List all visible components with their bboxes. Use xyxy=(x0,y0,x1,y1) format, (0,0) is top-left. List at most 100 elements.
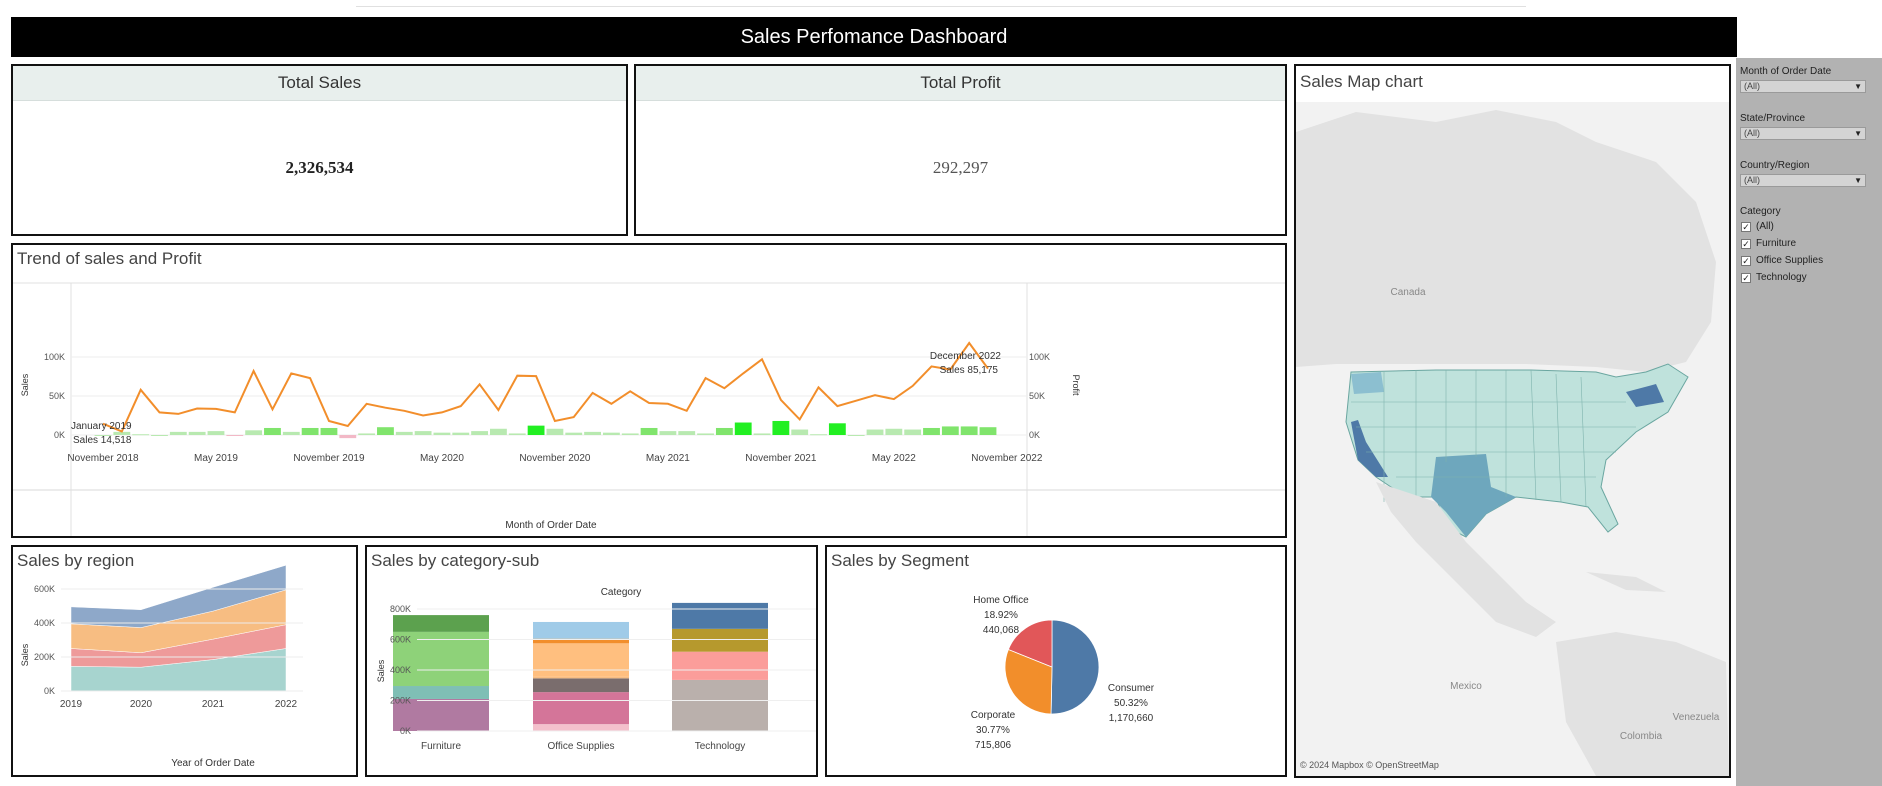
trend-profit-bar xyxy=(490,428,507,435)
trend-chart[interactable]: Sales Profit Month of Order Date January… xyxy=(13,245,1285,536)
trend-profit-bar xyxy=(282,431,300,435)
region-x-tick: 2019 xyxy=(60,699,83,710)
filter-category-technology[interactable]: ✓ Technology xyxy=(1741,272,1807,283)
trend-profit-bar xyxy=(546,428,564,435)
trend-annotation-2-line1: December 2022 xyxy=(930,351,1002,362)
trend-profit-bar xyxy=(508,433,526,435)
trend-profit-bar xyxy=(377,427,394,435)
trend-profit-bar xyxy=(885,428,903,435)
trend-profit-bar xyxy=(414,431,432,435)
total-sales-label: Total Sales xyxy=(13,66,626,101)
trend-profit-bar xyxy=(828,423,846,435)
filter-month-label: Month of Order Date xyxy=(1740,66,1832,77)
region-x-tick: 2020 xyxy=(130,699,153,710)
filter-state-select[interactable]: (All) ▼ xyxy=(1740,127,1866,140)
category-x-tick: Office Supplies xyxy=(547,741,614,752)
trend-profit-bar xyxy=(715,427,733,435)
trend-profit-bar xyxy=(132,434,150,436)
filter-state-value: (All) xyxy=(1744,128,1760,138)
checkbox-checked-icon[interactable]: ✓ xyxy=(1741,272,1751,283)
region-x-tick: 2022 xyxy=(275,699,298,710)
trend-x-tick: May 2022 xyxy=(872,453,916,464)
filter-category-all[interactable]: ✓ (All) xyxy=(1741,221,1774,232)
total-sales-value: 2,326,534 xyxy=(285,158,354,177)
trend-y-tick-right: 50K xyxy=(1029,391,1045,401)
filter-country-select[interactable]: (All) ▼ xyxy=(1740,174,1866,187)
category-y-tick: 200K xyxy=(390,696,411,706)
trend-y-tick-left: 50K xyxy=(49,391,65,401)
trend-profit-bar xyxy=(847,435,865,436)
region-y-tick: 200K xyxy=(34,652,55,662)
trend-annotation-1-line1: January 2019 xyxy=(71,421,132,432)
segment-chart[interactable]: Home Office 18.92% 440,068 Consumer 50.3… xyxy=(827,547,1285,775)
category-bar-segment xyxy=(533,676,629,679)
trend-profit-bar xyxy=(395,431,413,435)
trend-profit-bar xyxy=(602,432,620,435)
trend-panel: Trend of sales and Profit Sales Profit M… xyxy=(11,243,1287,538)
segment-corporate-value: 715,806 xyxy=(975,740,1012,751)
trend-profit-bar xyxy=(791,429,809,435)
category-bar-segment xyxy=(533,621,629,639)
checkbox-checked-icon[interactable]: ✓ xyxy=(1741,255,1751,266)
trend-annotation-2-line2: Sales 85,175 xyxy=(940,365,999,376)
category-bar-segment xyxy=(672,602,768,629)
trend-x-tick: November 2020 xyxy=(519,453,591,464)
filter-country-value: (All) xyxy=(1744,175,1760,185)
trend-profit-bar xyxy=(678,431,696,435)
category-y-tick: 400K xyxy=(390,665,411,675)
trend-profit-bar xyxy=(452,432,470,435)
total-profit-value: 292,297 xyxy=(932,158,989,177)
trend-profit-bar xyxy=(979,427,997,435)
segment-home-office-value: 440,068 xyxy=(983,625,1020,636)
category-bar-segment xyxy=(533,678,629,693)
trend-x-tick: May 2021 xyxy=(646,453,690,464)
region-y-label: Sales xyxy=(20,643,30,666)
category-legend-title: Category xyxy=(601,587,642,598)
chevron-down-icon: ▼ xyxy=(1854,82,1862,91)
trend-profit-bar xyxy=(339,435,357,439)
filter-category-office-supplies[interactable]: ✓ Office Supplies xyxy=(1741,255,1823,266)
trend-profit-bar xyxy=(810,434,827,436)
trend-profit-bar xyxy=(358,433,376,435)
trend-profit-bar xyxy=(923,427,940,435)
filter-month-value: (All) xyxy=(1744,81,1760,91)
trend-x-tick: May 2019 xyxy=(194,453,238,464)
trend-profit-bar xyxy=(188,431,206,435)
top-divider xyxy=(356,6,1526,7)
filter-category-furniture[interactable]: ✓ Furniture xyxy=(1741,238,1796,249)
trend-profit-bar xyxy=(169,431,187,435)
category-bar-segment xyxy=(672,679,768,731)
trend-profit-bar xyxy=(734,422,752,435)
category-y-tick: 800K xyxy=(390,604,411,614)
segment-home-office-percent: 18.92% xyxy=(984,610,1018,621)
trend-profit-bar xyxy=(866,429,884,435)
trend-profit-bar xyxy=(584,431,601,435)
category-x-tick: Furniture xyxy=(421,741,461,752)
washington-state[interactable] xyxy=(1351,372,1384,394)
filter-month-select[interactable]: (All) ▼ xyxy=(1740,80,1866,93)
region-y-tick: 600K xyxy=(34,584,55,594)
trend-profit-bar xyxy=(941,426,959,435)
trend-y-tick-right: 100K xyxy=(1029,352,1050,362)
category-chart[interactable]: Category 800K 600K 400K 200K 0K Furniture Offi… xyxy=(367,547,816,775)
segment-corporate-percent: 30.77% xyxy=(976,725,1010,736)
map-attribution: © 2024 Mapbox © OpenStreetMap xyxy=(1300,760,1439,770)
map-label-canada: Canada xyxy=(1390,287,1425,298)
trend-profit-bar xyxy=(697,433,714,435)
checkbox-checked-icon[interactable]: ✓ xyxy=(1741,221,1751,232)
category-bar-segment xyxy=(533,692,629,725)
category-panel: Sales by category-sub Category 800K 600K 4… xyxy=(365,545,818,777)
checkbox-checked-icon[interactable]: ✓ xyxy=(1741,238,1751,249)
trend-profit-bar xyxy=(659,431,677,435)
trend-profit-bar xyxy=(151,435,168,436)
map-label-venezuela: Venezuela xyxy=(1673,712,1720,723)
region-chart[interactable]: 600K 400K 200K 0K 2019 2020 2021 2022 Sales Yea… xyxy=(13,547,356,775)
filter-country-label: Country/Region xyxy=(1740,160,1810,171)
region-y-tick: 400K xyxy=(34,618,55,628)
trend-y-tick-right: 0K xyxy=(1029,430,1040,440)
filters-sidebar: Month of Order Date (All) ▼ State/Provinc… xyxy=(1736,58,1882,786)
segment-home-office-name: Home Office xyxy=(973,595,1029,606)
chevron-down-icon: ▼ xyxy=(1854,129,1862,138)
sales-map[interactable]: Canada Mexico Colombia Venezuela © 2024 … xyxy=(1296,102,1729,776)
map-label-mexico: Mexico xyxy=(1450,681,1482,692)
